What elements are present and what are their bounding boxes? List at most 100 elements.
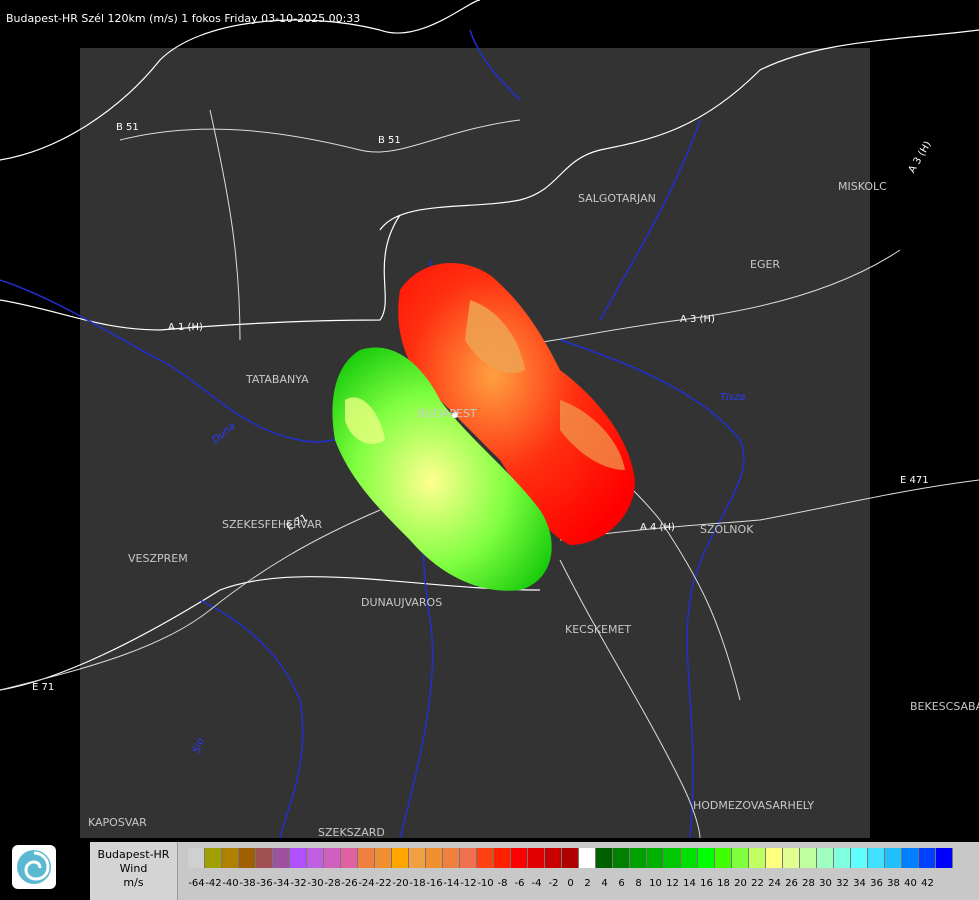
- legend-swatch: [902, 848, 919, 868]
- legend-swatch: [188, 848, 205, 868]
- legend-swatch: [783, 848, 800, 868]
- legend-swatch: [664, 848, 681, 868]
- legend-swatch: [596, 848, 613, 868]
- legend-swatch: [851, 848, 868, 868]
- city-label: BEKESCSABA: [910, 700, 979, 713]
- legend-swatch: [239, 848, 256, 868]
- city-label: VESZPREM: [128, 552, 188, 565]
- city-label: SZOLNOK: [700, 523, 754, 536]
- legend-station: Budapest-HR: [97, 848, 170, 861]
- legend-tick-label: 38: [887, 878, 900, 889]
- road-label: E 471: [900, 475, 929, 486]
- legend-tick-label: 8: [635, 878, 642, 889]
- legend-tick-label: -26: [341, 878, 358, 889]
- road-label: A 3 (H): [907, 139, 934, 175]
- legend-swatch: [290, 848, 307, 868]
- map-title: Budapest-HR Szél 120km (m/s) 1 fokos Fri…: [6, 12, 361, 25]
- city-label: KECSKEMET: [565, 623, 631, 636]
- legend-swatches: [188, 848, 953, 868]
- legend-swatch: [698, 848, 715, 868]
- legend-tick-label: 4: [601, 878, 608, 889]
- legend-swatch: [205, 848, 222, 868]
- legend-tick-label: 30: [819, 878, 832, 889]
- legend-swatch: [511, 848, 528, 868]
- legend-swatch: [613, 848, 630, 868]
- legend-swatch: [545, 848, 562, 868]
- legend-tick-label: -16: [426, 878, 443, 889]
- city-label: BUDAPEST: [418, 407, 477, 420]
- swirl-icon: [17, 850, 51, 884]
- legend-tick-label: -14: [443, 878, 460, 889]
- legend-swatch: [766, 848, 783, 868]
- legend-swatch: [494, 848, 511, 868]
- legend-tick-label: 28: [802, 878, 815, 889]
- legend-unit: m/s: [123, 876, 144, 889]
- road-label: A 4 (H): [640, 522, 675, 533]
- legend-tick-label: -38: [239, 878, 256, 889]
- road-label: A 1 (H): [168, 322, 203, 333]
- legend-tick-label: -8: [497, 878, 508, 889]
- legend-swatch: [392, 848, 409, 868]
- legend-tick-label: -34: [273, 878, 290, 889]
- legend-swatch: [528, 848, 545, 868]
- legend-swatch: [409, 848, 426, 868]
- color-legend: Budapest-HR Wind m/s -64 -42 -40 -38 -36 -34-…: [90, 842, 979, 900]
- road-label: B 51: [116, 122, 139, 133]
- city-label: DUNAUJVAROS: [361, 596, 442, 609]
- legend-swatch: [936, 848, 953, 868]
- legend-tick-label: -28: [324, 878, 341, 889]
- city-label: SALGOTARJAN: [578, 192, 656, 205]
- legend-tick-label: 24: [768, 878, 781, 889]
- legend-title: Budapest-HR Wind m/s: [90, 842, 178, 900]
- legend-tick-label: -30: [307, 878, 324, 889]
- legend-tick-label: -64: [188, 878, 205, 889]
- legend-swatch: [579, 848, 596, 868]
- legend-swatch: [868, 848, 885, 868]
- legend-swatch: [341, 848, 358, 868]
- legend-swatch: [256, 848, 273, 868]
- legend-tick-label: -10: [477, 878, 494, 889]
- legend-swatch: [273, 848, 290, 868]
- legend-tick-label: 0: [567, 878, 574, 889]
- road-label: E 71: [32, 682, 54, 693]
- legend-swatch: [477, 848, 494, 868]
- legend-swatch: [647, 848, 664, 868]
- legend-swatch: [426, 848, 443, 868]
- legend-tick-label: -2: [548, 878, 559, 889]
- legend-tick-label: 22: [751, 878, 764, 889]
- legend-tick-label: 10: [649, 878, 662, 889]
- legend-tick-label: 20: [734, 878, 747, 889]
- legend-swatch: [307, 848, 324, 868]
- legend-tick-label: -18: [409, 878, 426, 889]
- legend-swatch: [732, 848, 749, 868]
- legend-tick-label: 42: [921, 878, 934, 889]
- legend-swatch: [460, 848, 477, 868]
- city-label: KAPOSVAR: [88, 816, 147, 829]
- legend-swatch: [443, 848, 460, 868]
- city-label: HODMEZOVASARHELY: [693, 799, 814, 812]
- legend-tick-label: -12: [460, 878, 477, 889]
- legend-swatch: [749, 848, 766, 868]
- legend-swatch: [375, 848, 392, 868]
- road-label: B 51: [378, 135, 401, 146]
- legend-swatch: [919, 848, 936, 868]
- legend-tick-label: 34: [853, 878, 866, 889]
- legend-tick-label: -42: [205, 878, 222, 889]
- city-label: EGER: [750, 258, 780, 271]
- legend-swatch: [681, 848, 698, 868]
- legend-tick-label: 18: [717, 878, 730, 889]
- legend-swatch: [562, 848, 579, 868]
- legend-tick-label: 40: [904, 878, 917, 889]
- legend-tick-label: -32: [290, 878, 307, 889]
- legend-tick-label: -36: [256, 878, 273, 889]
- legend-swatch: [817, 848, 834, 868]
- city-label: MISKOLC: [838, 180, 887, 193]
- legend-tick-label: -20: [392, 878, 409, 889]
- radar-map: SALGOTARJAN MISKOLC EGER TATABANYA BUDAP…: [0, 0, 979, 839]
- legend-swatch: [885, 848, 902, 868]
- legend-swatch: [324, 848, 341, 868]
- legend-swatch: [715, 848, 732, 868]
- legend-tick-label: 26: [785, 878, 798, 889]
- legend-tick-label: 16: [700, 878, 713, 889]
- legend-tick-label: 14: [683, 878, 696, 889]
